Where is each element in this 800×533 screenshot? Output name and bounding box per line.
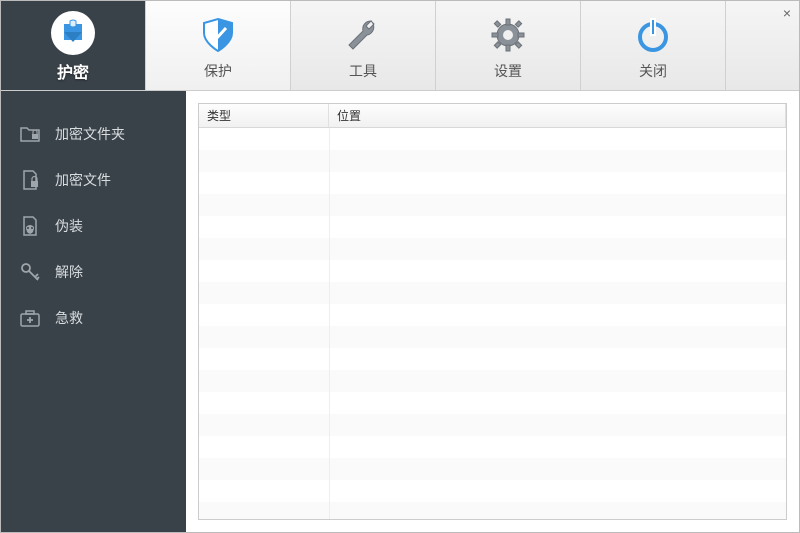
tab-label: 关闭 — [639, 61, 667, 81]
mask-icon — [19, 215, 41, 237]
sidebar-item-label: 伪装 — [55, 216, 83, 236]
tab-label: 设置 — [494, 61, 522, 81]
first-aid-icon — [19, 307, 41, 329]
sidebar-item-release[interactable]: 解除 — [1, 249, 186, 295]
column-divider — [329, 128, 330, 519]
tab-tools[interactable]: 工具 — [291, 1, 436, 90]
main-content: 类型 位置 — [186, 91, 799, 532]
sidebar-item-rescue[interactable]: 急救 — [1, 295, 186, 341]
tab-label: 保护 — [204, 61, 232, 81]
table-body[interactable] — [199, 128, 786, 519]
humi-shield-box-icon — [50, 9, 96, 57]
column-header-location[interactable]: 位置 — [329, 104, 786, 127]
sidebar-item-label: 加密文件 — [55, 170, 111, 190]
sidebar-item-label: 急救 — [55, 308, 83, 328]
sidebar-item-encrypt-file[interactable]: 加密文件 — [1, 157, 186, 203]
sidebar: 加密文件夹 加密文件 伪装 解除 急救 — [1, 91, 186, 532]
column-header-type[interactable]: 类型 — [199, 104, 329, 127]
sidebar-item-encrypt-folder[interactable]: 加密文件夹 — [1, 111, 186, 157]
folder-lock-icon — [19, 123, 41, 145]
close-icon[interactable]: × — [783, 5, 791, 21]
shield-check-icon — [198, 11, 238, 59]
key-icon — [19, 261, 41, 283]
table-header: 类型 位置 — [199, 104, 786, 128]
gear-icon — [488, 11, 528, 59]
sidebar-item-label: 解除 — [55, 262, 83, 282]
tab-close[interactable]: 关闭 — [581, 1, 726, 90]
wrench-icon — [343, 11, 383, 59]
top-toolbar: 护密 保护 工具 — [1, 1, 799, 91]
tab-protect[interactable]: 保护 — [146, 1, 291, 90]
sidebar-item-disguise[interactable]: 伪装 — [1, 203, 186, 249]
data-table: 类型 位置 — [198, 103, 787, 520]
tab-label: 工具 — [349, 61, 377, 81]
tab-settings[interactable]: 设置 — [436, 1, 581, 90]
sidebar-item-label: 加密文件夹 — [55, 124, 125, 144]
tab-label: 护密 — [57, 59, 89, 83]
tab-humi[interactable]: 护密 — [1, 1, 146, 90]
file-lock-icon — [19, 169, 41, 191]
power-icon — [633, 11, 673, 59]
